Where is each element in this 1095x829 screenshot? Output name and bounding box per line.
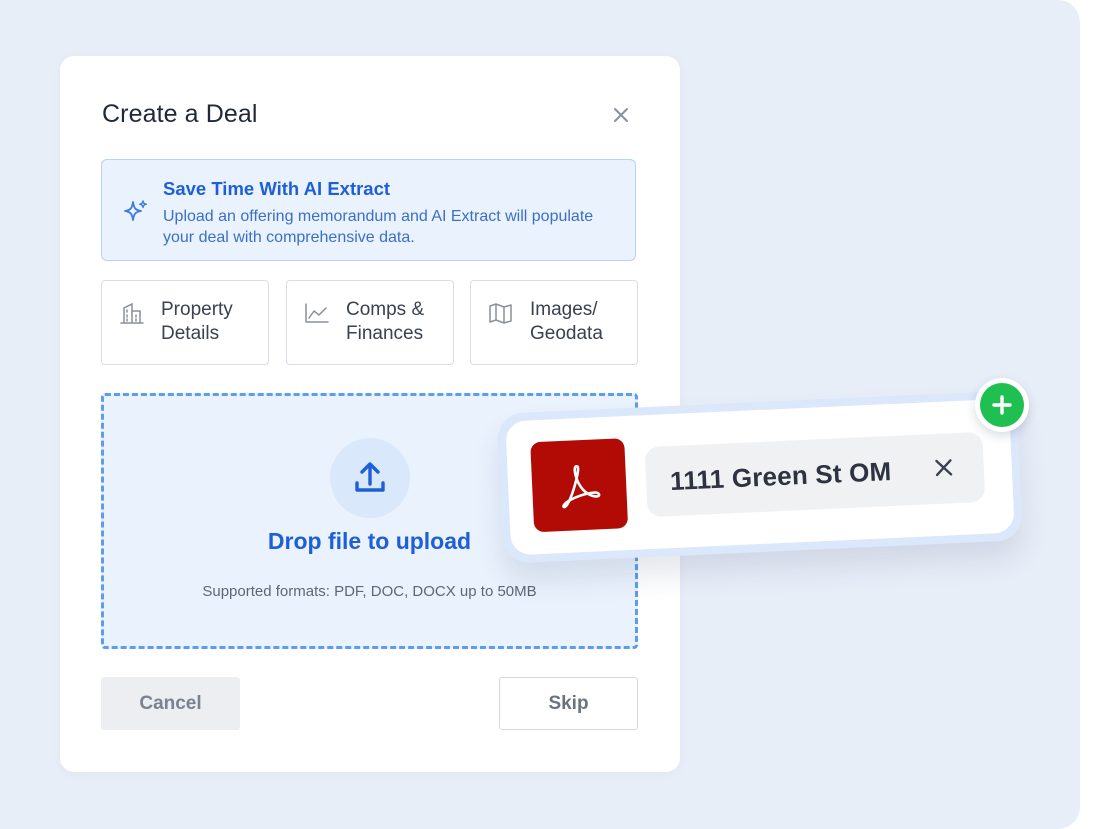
remove-file-button[interactable] bbox=[929, 453, 958, 482]
tab-comps-finances[interactable]: Comps & Finances bbox=[286, 280, 454, 365]
sparkle-icon bbox=[124, 200, 147, 221]
banner-description: Upload an offering memorandum and AI Ext… bbox=[163, 208, 594, 246]
add-file-circle bbox=[980, 383, 1024, 427]
file-card-body: 1111 Green St OM bbox=[505, 398, 1015, 556]
tab-label: Images/ Geodata bbox=[530, 299, 603, 344]
cancel-button[interactable]: Cancel bbox=[101, 677, 240, 730]
dropzone-formats: Supported formats: PDF, DOC, DOCX up to … bbox=[202, 583, 537, 600]
file-name-pill: 1111 Green St OM bbox=[644, 431, 986, 518]
upload-icon bbox=[355, 462, 385, 492]
tab-label: Comps & Finances bbox=[346, 299, 425, 344]
banner-title: Save Time With AI Extract bbox=[163, 178, 391, 199]
upload-button[interactable] bbox=[330, 438, 410, 518]
tab-property-details[interactable]: Property Details bbox=[101, 280, 269, 365]
close-icon bbox=[935, 459, 953, 477]
uploaded-file-card: 1111 Green St OM bbox=[496, 390, 1024, 564]
map-icon bbox=[489, 303, 512, 324]
file-name: 1111 Green St OM bbox=[669, 456, 892, 497]
ai-extract-banner: Save Time With AI Extract Upload an offe… bbox=[101, 159, 636, 261]
plus-icon bbox=[992, 395, 1012, 415]
page-background: Create a Deal Save Time With AI Extract … bbox=[0, 0, 1080, 829]
tab-images-geodata[interactable]: Images/ Geodata bbox=[470, 280, 638, 365]
building-icon bbox=[120, 302, 144, 324]
skip-button[interactable]: Skip bbox=[499, 677, 638, 730]
line-chart-icon bbox=[305, 303, 329, 323]
modal-title: Create a Deal bbox=[102, 100, 258, 128]
pdf-file-badge bbox=[530, 438, 629, 533]
pdf-icon bbox=[562, 465, 601, 509]
add-file-button[interactable] bbox=[975, 378, 1029, 432]
tab-label: Property Details bbox=[161, 299, 233, 344]
modal-close-button[interactable] bbox=[608, 102, 634, 128]
close-icon bbox=[614, 108, 628, 122]
